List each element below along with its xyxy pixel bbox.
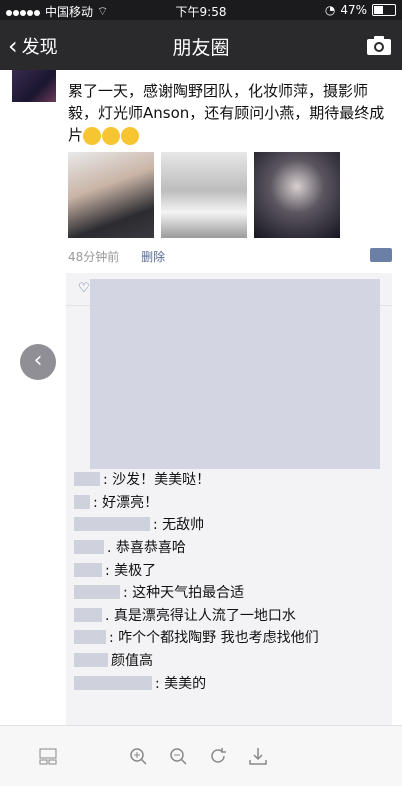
- comment-text: : 这种天气拍最合适: [123, 585, 245, 602]
- comment-list: : 沙发！美美哒！ : 好漂亮！ : 无敌帅 . 恭喜恭喜哈 : 美极了 : 这种天气拍最…: [74, 468, 386, 694]
- comment-text: : 美极了: [105, 562, 157, 579]
- avatar[interactable]: [12, 70, 56, 102]
- lock-rotation-icon: ◔: [324, 3, 336, 17]
- grid-icon[interactable]: [38, 746, 58, 766]
- comment-row[interactable]: : 沙发！美美哒！: [74, 468, 386, 491]
- comments-panel: ♡ : 沙发！美美哒！ : 好漂亮！ : 无敌帅 . 恭喜恭喜哈 : 美极了 : 这种天气…: [66, 273, 392, 725]
- comment-row[interactable]: . 真是漂亮得让人流了一地口水: [74, 604, 386, 627]
- comment-row[interactable]: : 美美的: [74, 671, 386, 694]
- blurred-commenter-name: [74, 607, 102, 622]
- blurred-commenter-name: [74, 472, 100, 487]
- page-title: 朋友圈: [172, 37, 230, 59]
- post-text: 累了一天，感谢陶野团队，化妆师萍，摄影师毅，灯光师Anson，还有顾问小燕，期待…: [68, 80, 392, 146]
- grin-emoji-icon: [121, 126, 140, 145]
- prev-arrow-button[interactable]: ‹: [20, 344, 56, 380]
- blurred-commenter-name: [74, 653, 108, 668]
- comment-text: 颜值高: [111, 653, 153, 670]
- post-meta: 48分钟前 删除: [68, 248, 165, 265]
- comment-row[interactable]: : 咋个个都找陶野 我也考虑找他们: [74, 626, 386, 649]
- battery-percent: 47%: [340, 3, 367, 17]
- comment-text: . 恭喜恭喜哈: [107, 540, 186, 557]
- comment-text: : 无敌帅: [153, 517, 205, 534]
- camera-icon[interactable]: [366, 34, 392, 56]
- nav-bar: ‹ 发现 朋友圈: [0, 20, 402, 70]
- blurred-commenter-name: [74, 562, 102, 577]
- blurred-commenter-name: [74, 585, 120, 600]
- blurred-commenter-name: [74, 630, 106, 645]
- bottom-toolbar: [0, 725, 402, 786]
- zoom-out-icon[interactable]: [168, 746, 188, 766]
- post-time: 48分钟前: [68, 250, 120, 264]
- download-icon[interactable]: [248, 746, 268, 766]
- blurred-commenter-name: [74, 517, 150, 532]
- comment-text: : 咋个个都找陶野 我也考虑找他们: [109, 630, 319, 647]
- comment-row[interactable]: : 这种天气拍最合适: [74, 581, 386, 604]
- grin-emoji-icon: [83, 126, 102, 145]
- comment-text: : 好漂亮！: [93, 494, 159, 511]
- comment-row[interactable]: 颜值高: [74, 649, 386, 672]
- battery-icon: [372, 4, 396, 16]
- grin-emoji-icon: [102, 126, 121, 145]
- zoom-in-icon[interactable]: [128, 746, 148, 766]
- comment-row[interactable]: . 恭喜恭喜哈: [74, 536, 386, 559]
- comment-menu-icon[interactable]: [370, 248, 392, 262]
- blurred-commenter-name: [74, 540, 104, 555]
- blurred-likes-area: [90, 279, 380, 469]
- photo-grid: [68, 152, 340, 238]
- status-bar: 中国移动 ⌔ 下午9:58 ◔ 47%: [0, 0, 402, 20]
- moments-feed: 累了一天，感谢陶野团队，化妆师萍，摄影师毅，灯光师Anson，还有顾问小燕，期待…: [0, 70, 402, 725]
- comment-text: . 真是漂亮得让人流了一地口水: [105, 607, 296, 624]
- photo-thumbnail[interactable]: [254, 152, 340, 238]
- comment-text: : 沙发！美美哒！: [103, 472, 211, 489]
- photo-thumbnail[interactable]: [161, 152, 247, 238]
- comment-row[interactable]: : 美极了: [74, 558, 386, 581]
- comment-row[interactable]: : 好漂亮！: [74, 491, 386, 514]
- blurred-commenter-name: [74, 494, 90, 509]
- rotate-icon[interactable]: [208, 746, 228, 766]
- heart-icon: ♡: [78, 281, 90, 296]
- delete-link[interactable]: 删除: [141, 250, 165, 264]
- photo-thumbnail[interactable]: [68, 152, 154, 238]
- comment-row[interactable]: : 无敌帅: [74, 513, 386, 536]
- blurred-commenter-name: [74, 675, 152, 690]
- comment-text: : 美美的: [155, 675, 207, 692]
